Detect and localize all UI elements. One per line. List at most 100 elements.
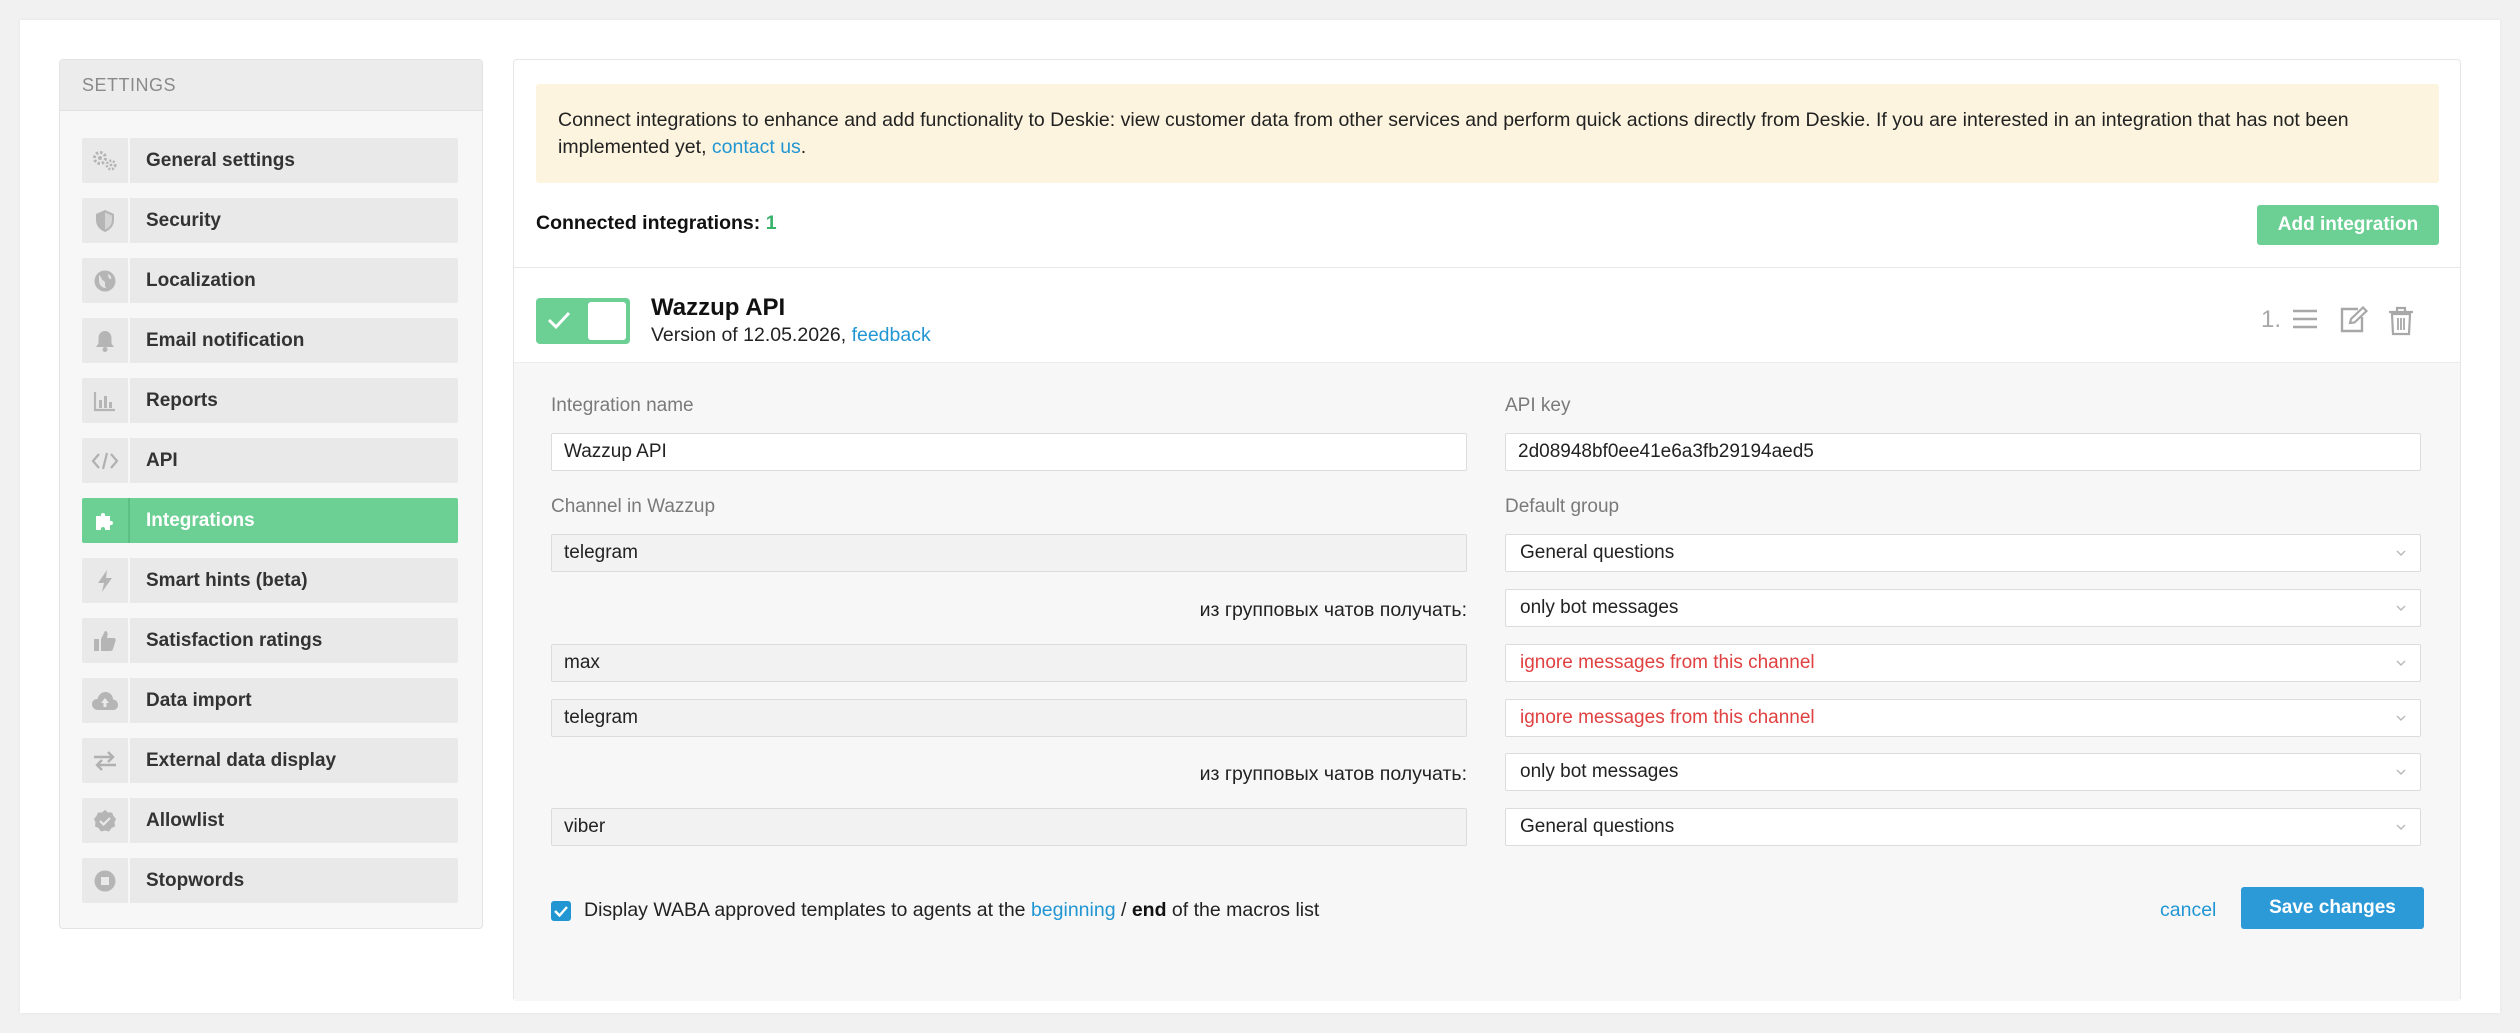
divider xyxy=(514,267,2460,268)
waba-slash: / xyxy=(1120,899,1127,921)
select-value: only bot messages xyxy=(1520,761,1679,782)
beginning-option-link[interactable]: beginning xyxy=(1031,899,1116,921)
default-group-select[interactable]: ignore messages from this channel xyxy=(1505,699,2421,737)
sidebar-item-allowlist[interactable]: Allowlist xyxy=(82,798,458,843)
checkmark-icon xyxy=(554,906,568,918)
gears-icon xyxy=(82,138,130,183)
sidebar-header: SETTINGS xyxy=(60,60,482,111)
waba-text-before: Display WABA approved templates to agent… xyxy=(584,899,1026,921)
channel-field: telegram xyxy=(551,699,1467,737)
sidebar-item-smart-hints[interactable]: Smart hints (beta) xyxy=(82,558,458,603)
group-chats-label: из групповых чатов получать: xyxy=(1199,599,1467,621)
default-group-select[interactable]: General questions xyxy=(1505,808,2421,846)
info-notice: Connect integrations to enhance and add … xyxy=(536,84,2439,183)
settings-sidebar: SETTINGS General settings Security Local… xyxy=(59,59,483,929)
stop-circle-icon xyxy=(82,858,130,903)
sidebar-item-reports[interactable]: Reports xyxy=(82,378,458,423)
arrows-exchange-icon xyxy=(82,738,130,783)
select-value: ignore messages from this channel xyxy=(1520,707,1815,728)
sidebar-item-label: Localization xyxy=(146,269,256,291)
chevron-down-icon xyxy=(2394,700,2408,749)
default-group-select[interactable]: ignore messages from this channel xyxy=(1505,644,2421,682)
chevron-down-icon xyxy=(2394,535,2408,584)
sidebar-item-label: Allowlist xyxy=(146,809,225,831)
sidebar-item-label: Data import xyxy=(146,689,252,711)
sidebar-item-label: Security xyxy=(146,209,221,231)
toggle-knob xyxy=(588,302,626,340)
sidebar-item-data-import[interactable]: Data import xyxy=(82,678,458,723)
globe-icon xyxy=(82,258,130,303)
sidebar-item-label: External data display xyxy=(146,749,337,771)
integration-order-number: 1. xyxy=(2261,306,2282,333)
sidebar-item-label: Email notification xyxy=(146,329,305,351)
settings-menu: General settings Security Localization E… xyxy=(82,138,458,918)
channel-field: telegram xyxy=(551,534,1467,572)
thumbs-up-icon xyxy=(82,618,130,663)
connected-count: 1 xyxy=(765,212,777,234)
waba-templates-checkbox[interactable] xyxy=(551,901,571,921)
integrations-panel: Connect integrations to enhance and add … xyxy=(513,59,2461,1001)
sidebar-item-label: Smart hints (beta) xyxy=(146,569,308,591)
version-text: Version of 12.05.2026, xyxy=(651,324,847,346)
sidebar-item-label: Stopwords xyxy=(146,869,245,891)
sidebar-item-satisfaction-ratings[interactable]: Satisfaction ratings xyxy=(82,618,458,663)
integration-settings-form: Integration name Wazzup API API key 2d08… xyxy=(514,362,2460,1001)
default-group-label: Default group xyxy=(1505,496,1620,517)
edit-icon[interactable] xyxy=(2338,305,2369,339)
integration-enabled-toggle[interactable] xyxy=(536,298,630,344)
integration-version: Version of 12.05.2026, feedback xyxy=(651,324,931,347)
check-badge-icon xyxy=(82,798,130,843)
check-icon xyxy=(547,311,571,330)
sidebar-item-label: Reports xyxy=(146,389,218,411)
sidebar-item-label: Integrations xyxy=(146,509,255,531)
select-value: General questions xyxy=(1520,542,1675,563)
cancel-link[interactable]: cancel xyxy=(2160,899,2216,922)
sidebar-item-api[interactable]: API xyxy=(82,438,458,483)
code-icon xyxy=(82,438,130,483)
chevron-down-icon xyxy=(2394,809,2408,858)
trash-icon[interactable] xyxy=(2388,306,2414,341)
api-key-label: API key xyxy=(1505,395,1571,416)
add-integration-button[interactable]: Add integration xyxy=(2257,205,2439,245)
default-group-select[interactable]: General questions xyxy=(1505,534,2421,572)
sidebar-item-email-notification[interactable]: Email notification xyxy=(82,318,458,363)
contact-us-link[interactable]: contact us xyxy=(712,136,801,158)
integration-title: Wazzup API xyxy=(651,294,786,321)
chevron-down-icon xyxy=(2394,645,2408,694)
group-chats-select[interactable]: only bot messages xyxy=(1505,589,2421,627)
sidebar-item-stopwords[interactable]: Stopwords xyxy=(82,858,458,903)
sidebar-item-localization[interactable]: Localization xyxy=(82,258,458,303)
chevron-down-icon xyxy=(2394,590,2408,639)
sidebar-item-label: Satisfaction ratings xyxy=(146,629,323,651)
select-value: ignore messages from this channel xyxy=(1520,652,1815,673)
puzzle-icon xyxy=(82,498,130,543)
sidebar-item-label: General settings xyxy=(146,149,295,171)
end-option-selected[interactable]: end xyxy=(1132,899,1167,921)
save-changes-button[interactable]: Save changes xyxy=(2241,887,2424,929)
channel-label: Channel in Wazzup xyxy=(551,496,716,517)
connected-integrations-count: Connected integrations: 1 xyxy=(536,212,777,235)
lightning-icon xyxy=(82,558,130,603)
waba-text-after: of the macros list xyxy=(1171,899,1320,921)
sidebar-item-general-settings[interactable]: General settings xyxy=(82,138,458,183)
group-chats-select[interactable]: only bot messages xyxy=(1505,753,2421,791)
api-key-input[interactable]: 2d08948bf0ee41e6a3fb29194aed5 xyxy=(1505,433,2421,471)
channel-field: viber xyxy=(551,808,1467,846)
drag-handle-icon[interactable] xyxy=(2291,306,2319,337)
integration-name-input[interactable]: Wazzup API xyxy=(551,433,1467,471)
connected-label: Connected integrations: xyxy=(536,212,761,234)
sidebar-item-integrations[interactable]: Integrations xyxy=(82,498,458,543)
feedback-link[interactable]: feedback xyxy=(852,324,931,346)
bar-chart-icon xyxy=(82,378,130,423)
sidebar-item-security[interactable]: Security xyxy=(82,198,458,243)
cloud-upload-icon xyxy=(82,678,130,723)
select-value: only bot messages xyxy=(1520,597,1679,618)
notice-text: Connect integrations to enhance and add … xyxy=(558,109,2349,158)
notice-text-end: . xyxy=(800,136,807,158)
waba-templates-label: Display WABA approved templates to agent… xyxy=(584,899,1319,922)
group-chats-label: из групповых чатов получать: xyxy=(1199,763,1467,785)
sidebar-item-label: API xyxy=(146,449,178,471)
select-value: General questions xyxy=(1520,816,1675,837)
bell-icon xyxy=(82,318,130,363)
sidebar-item-external-data-display[interactable]: External data display xyxy=(82,738,458,783)
